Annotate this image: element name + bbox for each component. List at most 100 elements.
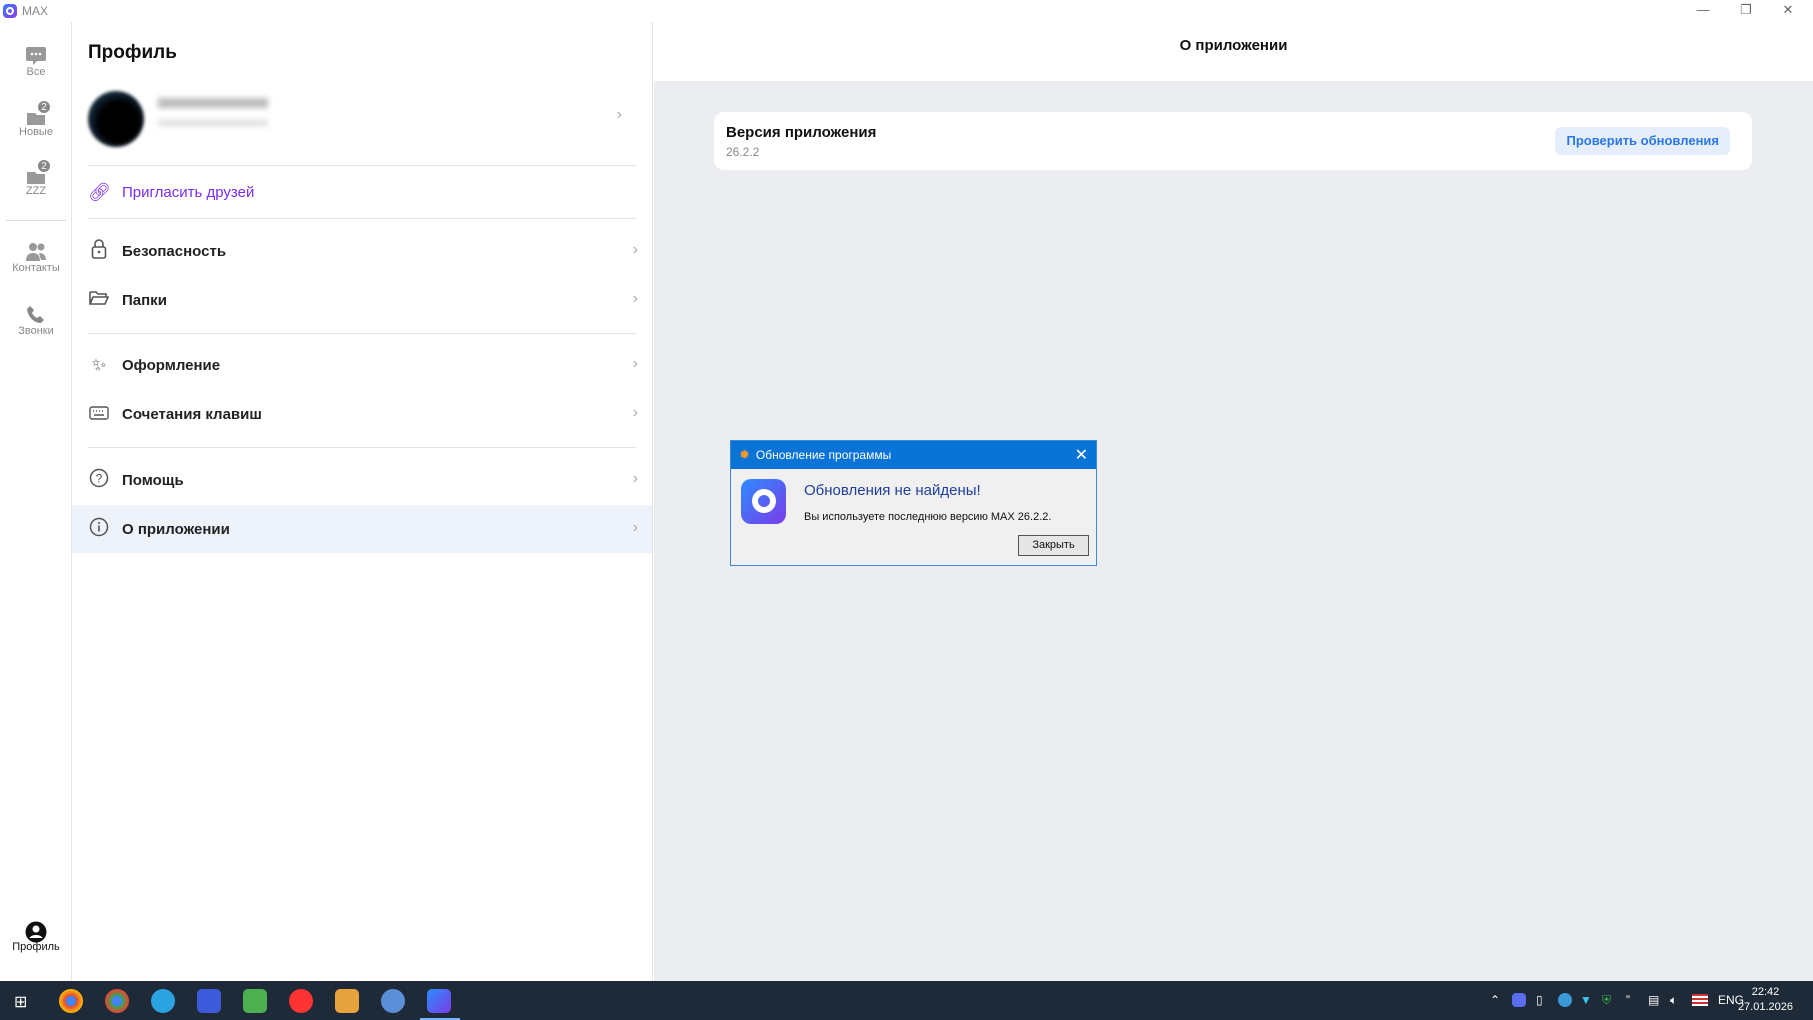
magic-wand-icon: ✨︎ [91, 354, 107, 375]
close-window-button[interactable]: ✕ [1768, 0, 1808, 22]
taskbar: ⊞ ⌃ ▯ ▼ ⛨ ” ▤ 🔈︎ ENG 22:42 27.01.2026 [0, 981, 1813, 1020]
divider [88, 165, 636, 166]
menu-item-folders[interactable]: Папки › [72, 276, 652, 324]
yandex-browser-icon[interactable] [289, 989, 313, 1013]
profile-phone-blurred [158, 120, 268, 126]
notepad-app-icon[interactable] [243, 989, 267, 1013]
menu-label: О приложении [122, 520, 230, 538]
dialog-message: Вы используете последнюю версию MAX 26.2… [804, 511, 1052, 523]
chevron-right-icon: › [632, 519, 638, 536]
rail-item-profile[interactable]: Профиль [0, 921, 72, 953]
max-tray-icon[interactable] [1512, 993, 1526, 1007]
dialog-close-icon[interactable]: ✕ [1075, 445, 1088, 465]
help-icon: ? [88, 468, 110, 493]
lock-icon [88, 238, 110, 264]
divider [88, 218, 636, 219]
us-flag-icon[interactable] [1692, 994, 1708, 1006]
divider [88, 333, 636, 334]
max-app-icon [741, 479, 786, 524]
app-sun-icon: ✹ [739, 447, 750, 462]
menu-label: Безопасность [122, 242, 227, 260]
folder-icon [88, 290, 110, 311]
volume-icon[interactable]: 🔈︎ [1670, 981, 1677, 1020]
menu-item-about[interactable]: О приложении › [72, 505, 652, 553]
menu-item-invite[interactable]: 🔗︎ Пригласить друзей [72, 168, 652, 216]
menu-item-shortcuts[interactable]: Сочетания клавиш › [72, 390, 652, 438]
menu-label: Сочетания клавиш [122, 405, 262, 423]
chevron-right-icon: › [632, 404, 638, 421]
clock-date: 27.01.2026 [1737, 1001, 1793, 1013]
menu-item-appearance[interactable]: ✨︎ Оформление › [72, 341, 652, 389]
rail-item-contacts[interactable]: Контакты [0, 242, 72, 274]
rail-divider [6, 220, 66, 221]
svg-text:?: ? [96, 471, 103, 485]
page-title: Профиль [88, 42, 177, 63]
rail-item-zzz[interactable]: 2 ZZZ [0, 159, 72, 197]
profile-icon [25, 921, 47, 943]
rail-label: ZZZ [25, 185, 47, 197]
profile-panel: Профиль › 🔗︎ Пригласить друзей Безопасно… [72, 22, 653, 981]
rail-item-calls[interactable]: Звонки [0, 305, 72, 337]
dialog-heading: Обновления не найдены! [804, 482, 981, 499]
chevron-right-icon: › [632, 355, 638, 372]
menu-label: Помощь [122, 471, 184, 489]
save-app-icon[interactable] [197, 989, 221, 1013]
panel-header: О приложении [654, 22, 1813, 81]
max-taskbar-icon[interactable] [427, 989, 451, 1013]
chevron-right-icon: › [616, 106, 622, 123]
network-icon[interactable]: ▤ [1648, 981, 1659, 1020]
rail-label: Все [26, 66, 46, 78]
title-bar: MAX — ❐ ✕ [0, 0, 1813, 22]
max-logo-icon [3, 4, 17, 18]
windows-start-icon[interactable]: ⊞ [14, 992, 27, 1012]
unread-badge: 2 [37, 159, 51, 173]
rail-label: Звонки [18, 325, 54, 337]
chrome-icon[interactable] [59, 989, 83, 1013]
dialog-title: Обновление программы [755, 448, 892, 462]
profile-name-blurred [158, 98, 268, 108]
profile-card[interactable]: › [88, 88, 636, 150]
menu-item-help[interactable]: ? Помощь › [72, 456, 652, 504]
contacts-icon [25, 242, 47, 262]
dialog-titlebar: ✹ Обновление программы ✕ [731, 441, 1096, 469]
rail-label: Контакты [12, 262, 60, 274]
version-value: 26.2.2 [726, 145, 760, 159]
rail-item-all[interactable]: Все [0, 46, 72, 78]
version-label: Версия приложения [726, 124, 877, 141]
menu-label: Оформление [122, 356, 221, 374]
minimize-button[interactable]: — [1683, 0, 1723, 22]
clock-time: 22:42 [1751, 986, 1780, 998]
unread-badge: 2 [37, 100, 51, 114]
chevron-right-icon: › [632, 470, 638, 487]
menu-label: Пригласить друзей [122, 183, 255, 201]
chevron-right-icon: › [632, 290, 638, 307]
link-icon: 🔗︎ [88, 181, 111, 202]
quotes-tray-icon[interactable]: ” [1626, 981, 1630, 1020]
tray-expand-icon[interactable]: ⌃ [1490, 981, 1500, 1020]
phone-icon [25, 305, 47, 325]
qbittorrent-icon[interactable] [381, 989, 405, 1013]
menu-item-security[interactable]: Безопасность › [72, 227, 652, 275]
nav-rail: Все 2 Новые 2 ZZZ Контакты Звонки Профил… [0, 22, 72, 981]
rail-label: Новые [19, 126, 53, 138]
shield-tray-icon[interactable]: ⛨ [1602, 981, 1611, 1020]
vpn-icon[interactable]: ▼ [1580, 981, 1592, 1020]
divider [88, 447, 636, 448]
check-updates-button[interactable]: Проверить обновления [1555, 127, 1730, 155]
info-icon [88, 517, 110, 542]
rail-item-new[interactable]: 2 Новые [0, 100, 72, 138]
version-card: Версия приложения 26.2.2 Проверить обнов… [714, 112, 1752, 170]
folder-chat-icon: 2 [25, 100, 51, 126]
chrome-icon[interactable] [105, 989, 129, 1013]
chat-icon [25, 46, 47, 66]
restore-button[interactable]: ❐ [1726, 0, 1766, 22]
update-dialog: ✹ Обновление программы ✕ Обновления не н… [730, 440, 1097, 566]
dialog-close-button[interactable]: Закрыть [1018, 535, 1089, 556]
telegram-icon[interactable] [151, 989, 175, 1013]
cloud-tray-icon[interactable] [1558, 993, 1572, 1007]
clock[interactable]: 22:42 27.01.2026 [1738, 985, 1793, 1015]
file-explorer-icon[interactable] [335, 989, 359, 1013]
menu-label: Папки [122, 291, 167, 309]
folder-chat-icon: 2 [25, 159, 51, 185]
usb-icon[interactable]: ▯ [1536, 981, 1543, 1020]
